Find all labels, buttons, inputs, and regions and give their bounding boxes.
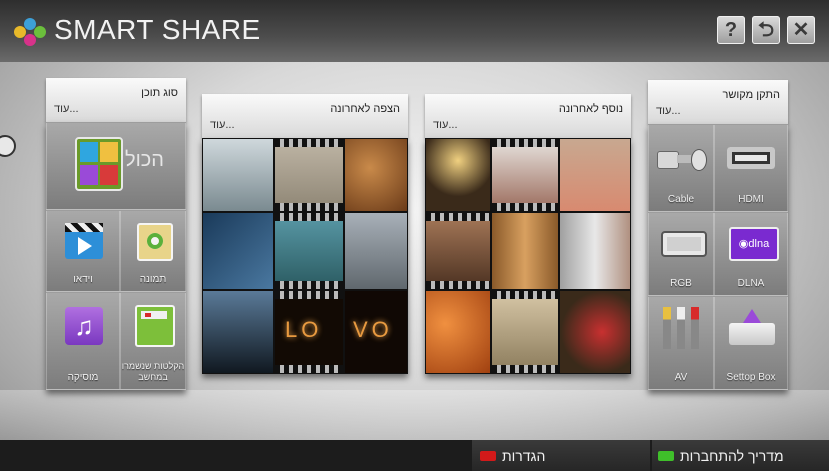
thumbnail-building[interactable]: [202, 212, 274, 290]
tile-video[interactable]: וידאו: [46, 210, 120, 292]
thumbnail-corridor[interactable]: [425, 212, 491, 290]
scroll-left-handle[interactable]: [0, 135, 16, 157]
green-key-icon: [658, 451, 674, 461]
panel-body: הכול תמונה וידאו הקלטות שנשמרו במחשב ♫ מ…: [46, 122, 186, 390]
tile-hdmi[interactable]: HDMI: [714, 124, 788, 212]
photo-icon: [137, 223, 173, 261]
more-link[interactable]: עוד...: [210, 119, 235, 131]
tile-label: DLNA: [737, 278, 765, 289]
recordings-icon: [135, 305, 175, 347]
back-button[interactable]: ⮌: [752, 16, 780, 44]
panel-title: התקן מקושר: [722, 89, 780, 101]
more-link[interactable]: עוד...: [54, 103, 79, 115]
floor-reflection: [0, 390, 829, 440]
thumbnail-sky[interactable]: [202, 290, 274, 374]
tile-label: וידאו: [73, 274, 93, 285]
panel-body: HDMI Cable ◉dlna DLNA RGB Settop Box AV: [648, 124, 788, 390]
tile-cable[interactable]: Cable: [648, 124, 714, 212]
panel-header: הצפה לאחרונה עוד...: [202, 94, 408, 138]
tile-photo[interactable]: תמונה: [120, 210, 186, 292]
tile-label: הקלטות שנשמרו במחשב: [121, 361, 185, 382]
dlna-icon: ◉dlna: [729, 227, 779, 261]
thumbnail-oranges[interactable]: [425, 290, 491, 374]
panel-recently-added: נוסף לאחרונה עוד...: [425, 94, 631, 374]
settings-button[interactable]: הגדרות: [472, 440, 650, 471]
tile-label: HDMI: [738, 194, 764, 205]
tile-label: AV: [674, 372, 688, 383]
panel-content-type: סוג תוכן עוד... הכול תמונה וידאו הקלטות …: [46, 78, 186, 390]
more-link[interactable]: עוד...: [433, 119, 458, 131]
tile-dlna[interactable]: ◉dlna DLNA: [714, 212, 788, 296]
thumbnail-shells[interactable]: [344, 138, 408, 212]
panel-title: נוסף לאחרונה: [558, 103, 623, 115]
panel-header: התקן מקושר עוד...: [648, 80, 788, 124]
close-button[interactable]: ✕: [787, 16, 815, 44]
settings-label: הגדרות: [502, 448, 546, 464]
thumbnail-starfish[interactable]: [559, 138, 631, 212]
connection-guide-label: מדריך להתחברות: [680, 448, 784, 464]
tile-label: Cable: [667, 194, 695, 205]
tile-label: RGB: [670, 278, 692, 289]
tile-music[interactable]: ♫ מוסיקה: [46, 292, 120, 390]
tile-settop-box[interactable]: Settop Box: [714, 296, 788, 390]
more-link[interactable]: עוד...: [656, 105, 681, 117]
thumbnail-winter-tree[interactable]: [491, 138, 559, 212]
panel-header: נוסף לאחרונה עוד...: [425, 94, 631, 138]
smart-share-logo-icon: [14, 18, 48, 48]
rgb-icon: [661, 231, 707, 257]
tile-label: Settop Box: [726, 372, 776, 383]
bottom-bar: הגדרות מדריך להתחברות: [0, 440, 829, 471]
panel-recently-watched: הצפה לאחרונה עוד... LO VO: [202, 94, 408, 374]
thumbnail-bark[interactable]: [491, 290, 559, 374]
cable-icon: [657, 149, 707, 171]
tile-label: תמונה: [139, 274, 167, 285]
panel-body: LO VO: [202, 138, 408, 374]
music-icon: ♫: [65, 307, 103, 345]
help-button[interactable]: ?: [717, 16, 745, 44]
all-media-icon: [75, 137, 123, 191]
thumbnail-footprints[interactable]: [274, 138, 344, 212]
panel-connected-device: התקן מקושר עוד... HDMI Cable ◉dlna DLNA …: [648, 80, 788, 390]
tile-rgb[interactable]: RGB: [648, 212, 714, 296]
tile-all[interactable]: הכול: [46, 122, 186, 210]
thumbnail-bamboo[interactable]: [491, 212, 559, 290]
hdmi-icon: [727, 147, 775, 169]
thumbnail-love-lights[interactable]: LO: [274, 290, 344, 374]
video-icon: [65, 223, 103, 259]
settop-box-icon: [729, 309, 775, 345]
panel-title: סוג תוכן: [141, 87, 178, 99]
thumbnail-ve-lights[interactable]: VO: [344, 290, 408, 374]
thumbnail-wall[interactable]: [559, 212, 631, 290]
red-key-icon: [480, 451, 496, 461]
thumbnail-berries[interactable]: [559, 290, 631, 374]
connection-guide-button[interactable]: מדריך להתחברות: [652, 440, 829, 471]
thumbnail-birds[interactable]: [202, 138, 274, 212]
panel-body: [425, 138, 631, 374]
panel-header: סוג תוכן עוד...: [46, 78, 186, 122]
av-icon: [663, 307, 701, 355]
tile-recordings[interactable]: הקלטות שנשמרו במחשב: [120, 292, 186, 390]
app-title: SMART SHARE: [54, 14, 261, 45]
tile-label: הכול: [125, 149, 164, 171]
thumbnail-road[interactable]: [344, 212, 408, 290]
thumbnail-canyon[interactable]: [274, 212, 344, 290]
tile-label: מוסיקה: [67, 372, 99, 383]
thumbnail-sunset[interactable]: [425, 138, 491, 212]
tile-av[interactable]: AV: [648, 296, 714, 390]
title-bar: SMART SHARE ? ⮌ ✕: [0, 0, 829, 62]
panel-title: הצפה לאחרונה: [330, 103, 400, 115]
